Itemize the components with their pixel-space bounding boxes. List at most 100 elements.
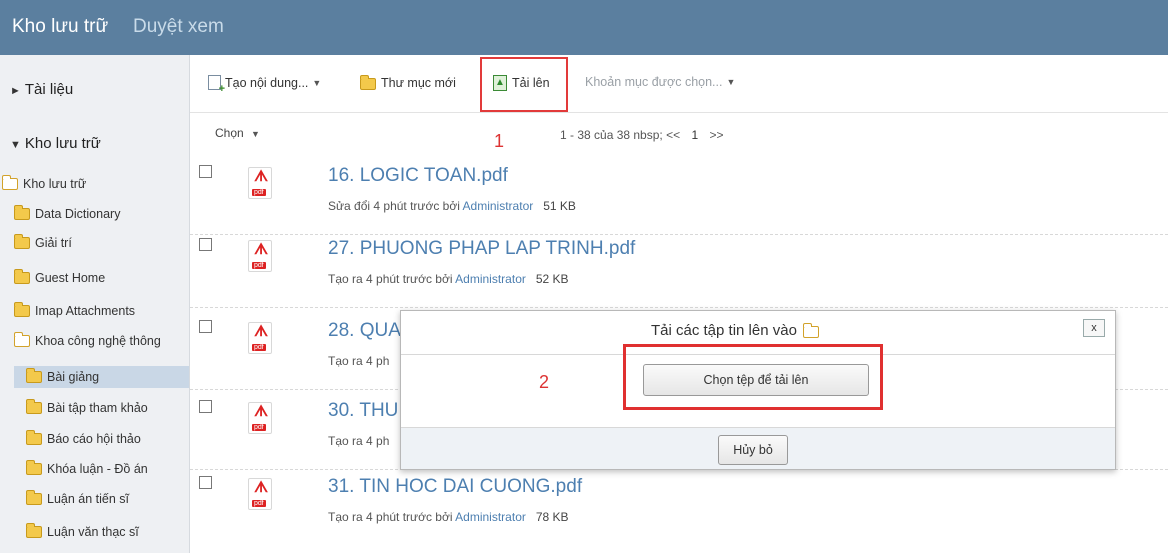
file-row: ᗑ pdf 31. TIN HOC DAI CUONG.pdf Tạo ra 4 … — [190, 474, 1168, 546]
selected-items-label: Khoản mục được chọn... — [585, 75, 723, 89]
row-checkbox[interactable] — [199, 476, 212, 489]
select-menu[interactable]: Chọn ▼ — [215, 126, 260, 140]
folder-icon — [26, 523, 42, 538]
tree-item-label: Data Dictionary — [35, 207, 121, 221]
expand-arrow-icon: ► — [10, 85, 21, 97]
file-user-link[interactable]: Administrator — [463, 199, 534, 213]
pager: 1 - 38 của 38 nbsp; << 1 >> — [560, 128, 723, 142]
selected-items-menu[interactable]: Khoản mục được chọn... ▼ — [585, 75, 735, 89]
pdf-icon: ᗑ pdf — [248, 478, 272, 510]
folder-icon — [14, 205, 30, 220]
tree-item-data-dictionary[interactable]: Data Dictionary — [0, 203, 189, 225]
sidebar-repository-label: Kho lưu trữ — [24, 135, 101, 152]
tree-item-label: Luận văn thạc sĩ — [47, 525, 139, 539]
tree-item-label: Luận án tiến sĩ — [47, 492, 130, 506]
create-content-label: Tạo nội dung... — [225, 75, 309, 90]
pdf-icon: ᗑ pdf — [248, 322, 272, 354]
file-name-link[interactable]: 16. LOGIC TOAN.pdf — [328, 165, 508, 187]
folder-open-icon — [14, 332, 30, 347]
list-header: Chọn ▼ 1 - 38 của 38 nbsp; << 1 >> — [190, 113, 1168, 163]
row-checkbox[interactable] — [199, 165, 212, 178]
file-meta: Tạo ra 4 ph — [328, 354, 389, 368]
section-title[interactable]: Duyệt xem — [133, 16, 224, 38]
file-meta-text: Tạo ra 4 phút trước bởi — [328, 510, 453, 524]
file-name-link[interactable]: 30. THU — [328, 400, 398, 422]
file-name-link[interactable]: 27. PHUONG PHAP LAP TRINH.pdf — [328, 238, 635, 260]
dialog-footer: Hủy bỏ — [401, 427, 1115, 469]
row-checkbox[interactable] — [199, 400, 212, 413]
file-name-link[interactable]: 28. QUA — [328, 320, 401, 342]
pdf-icon: ᗑ pdf — [248, 167, 272, 199]
row-checkbox[interactable] — [199, 238, 212, 251]
file-size: 78 KB — [535, 510, 569, 524]
new-document-icon — [208, 75, 225, 95]
tree-item-khoa-cong-nghe[interactable]: Khoa công nghệ thông — [0, 330, 189, 352]
tree-item-label: Guest Home — [35, 271, 106, 285]
tree-item-luan-an-tien-si[interactable]: Luận án tiến sĩ — [0, 488, 189, 510]
tree-item-bao-cao-hoi-thao[interactable]: Báo cáo hội thảo — [0, 428, 189, 450]
tree-item-label: Khoa công nghệ thông — [35, 334, 161, 348]
file-name-link[interactable]: 31. TIN HOC DAI CUONG.pdf — [328, 476, 582, 498]
new-folder-label: Thư mục mới — [381, 75, 456, 90]
app-title: Kho lưu trữ — [12, 16, 109, 37]
create-content-button[interactable]: Tạo nội dung... ▼ — [208, 75, 322, 95]
pdf-icon: ᗑ pdf — [248, 240, 272, 272]
cancel-button[interactable]: Hủy bỏ — [718, 435, 788, 465]
tree-item-label: Bài tập tham khảo — [47, 401, 148, 415]
file-meta-text: Tạo ra 4 ph — [328, 354, 390, 368]
dialog-title-text: Tải các tập tin lên vào — [651, 322, 797, 339]
tree-item-khoa-luan[interactable]: Khóa luận - Đồ án — [0, 458, 189, 480]
dialog-title: Tải các tập tin lên vào — [651, 322, 824, 339]
tree-item-label: Kho lưu trữ — [23, 177, 87, 191]
folder-icon — [26, 460, 42, 475]
tree-item-label: Báo cáo hội thảo — [47, 432, 141, 446]
tree-item-label: Bài giảng — [47, 370, 100, 384]
file-user-link[interactable]: Administrator — [455, 272, 526, 286]
chevron-down-icon: ▼ — [312, 77, 322, 88]
folder-open-icon — [2, 175, 18, 190]
folder-icon — [26, 368, 42, 383]
pager-text[interactable]: 1 - 38 của 38 nbsp; << — [560, 128, 680, 142]
tree-item-kho-luu-tru[interactable]: Kho lưu trữ — [0, 173, 189, 195]
file-meta-text: Sửa đổi 4 phút trước bởi — [328, 199, 460, 213]
collapse-arrow-icon: ▼ — [10, 139, 21, 151]
file-meta: Tạo ra 4 phút trước bởi Administrator 52 … — [328, 272, 569, 286]
pdf-icon: ᗑ pdf — [248, 402, 272, 434]
chevron-down-icon: ▼ — [251, 129, 260, 139]
new-folder-button[interactable]: Thư mục mới — [360, 75, 456, 90]
tree-item-luan-van-thac-si[interactable]: Luận văn thạc sĩ — [0, 521, 189, 543]
folder-icon — [14, 234, 30, 249]
folder-icon — [26, 399, 42, 414]
folder-icon — [14, 269, 30, 284]
folder-open-icon — [802, 322, 819, 338]
file-user-link[interactable]: Administrator — [455, 510, 526, 524]
choose-files-highlight-box — [623, 344, 883, 410]
pager-next[interactable]: >> — [709, 128, 723, 142]
file-meta-text: Tạo ra 4 ph — [328, 434, 390, 448]
file-meta: Tạo ra 4 ph — [328, 434, 389, 448]
row-checkbox[interactable] — [199, 320, 212, 333]
sidebar-documents-label: Tài liệu — [24, 81, 74, 98]
tree-item-label: Khóa luận - Đồ án — [47, 462, 148, 476]
upload-dialog: Tải các tập tin lên vào x 2 Chọn tệp để … — [400, 310, 1116, 470]
close-button[interactable]: x — [1083, 319, 1105, 337]
file-size: 52 KB — [535, 272, 569, 286]
upload-highlight-box — [480, 57, 568, 112]
pager-current-page: 1 — [691, 128, 699, 142]
tree-item-guest-home[interactable]: Guest Home — [0, 267, 189, 289]
sidebar-repository-header[interactable]: ▼ Kho lưu trữ — [10, 135, 101, 152]
tree-item-label: Giải trí — [35, 236, 72, 250]
tree-item-imap-attachments[interactable]: Imap Attachments — [0, 300, 189, 322]
annotation-number-2: 2 — [539, 372, 550, 392]
tree-item-label: Imap Attachments — [35, 304, 136, 318]
sidebar-documents-header[interactable]: ► Tài liệu — [10, 81, 73, 98]
tree-item-bai-tap-tham-khao[interactable]: Bài tập tham khảo — [0, 397, 189, 419]
tree-item-bai-giang[interactable]: Bài giảng — [14, 366, 189, 388]
tree-item-giai-tri[interactable]: Giải trí — [0, 232, 189, 254]
file-meta: Sửa đổi 4 phút trước bởi Administrator 51… — [328, 199, 576, 213]
toolbar: Tạo nội dung... ▼ Thư mục mới ▲ Tải lên … — [190, 55, 1168, 113]
file-row: ᗑ pdf 16. LOGIC TOAN.pdf Sửa đổi 4 phút t… — [190, 163, 1168, 235]
folder-icon — [26, 430, 42, 445]
file-meta-text: Tạo ra 4 phút trước bởi — [328, 272, 453, 286]
select-menu-label: Chọn — [215, 126, 244, 140]
